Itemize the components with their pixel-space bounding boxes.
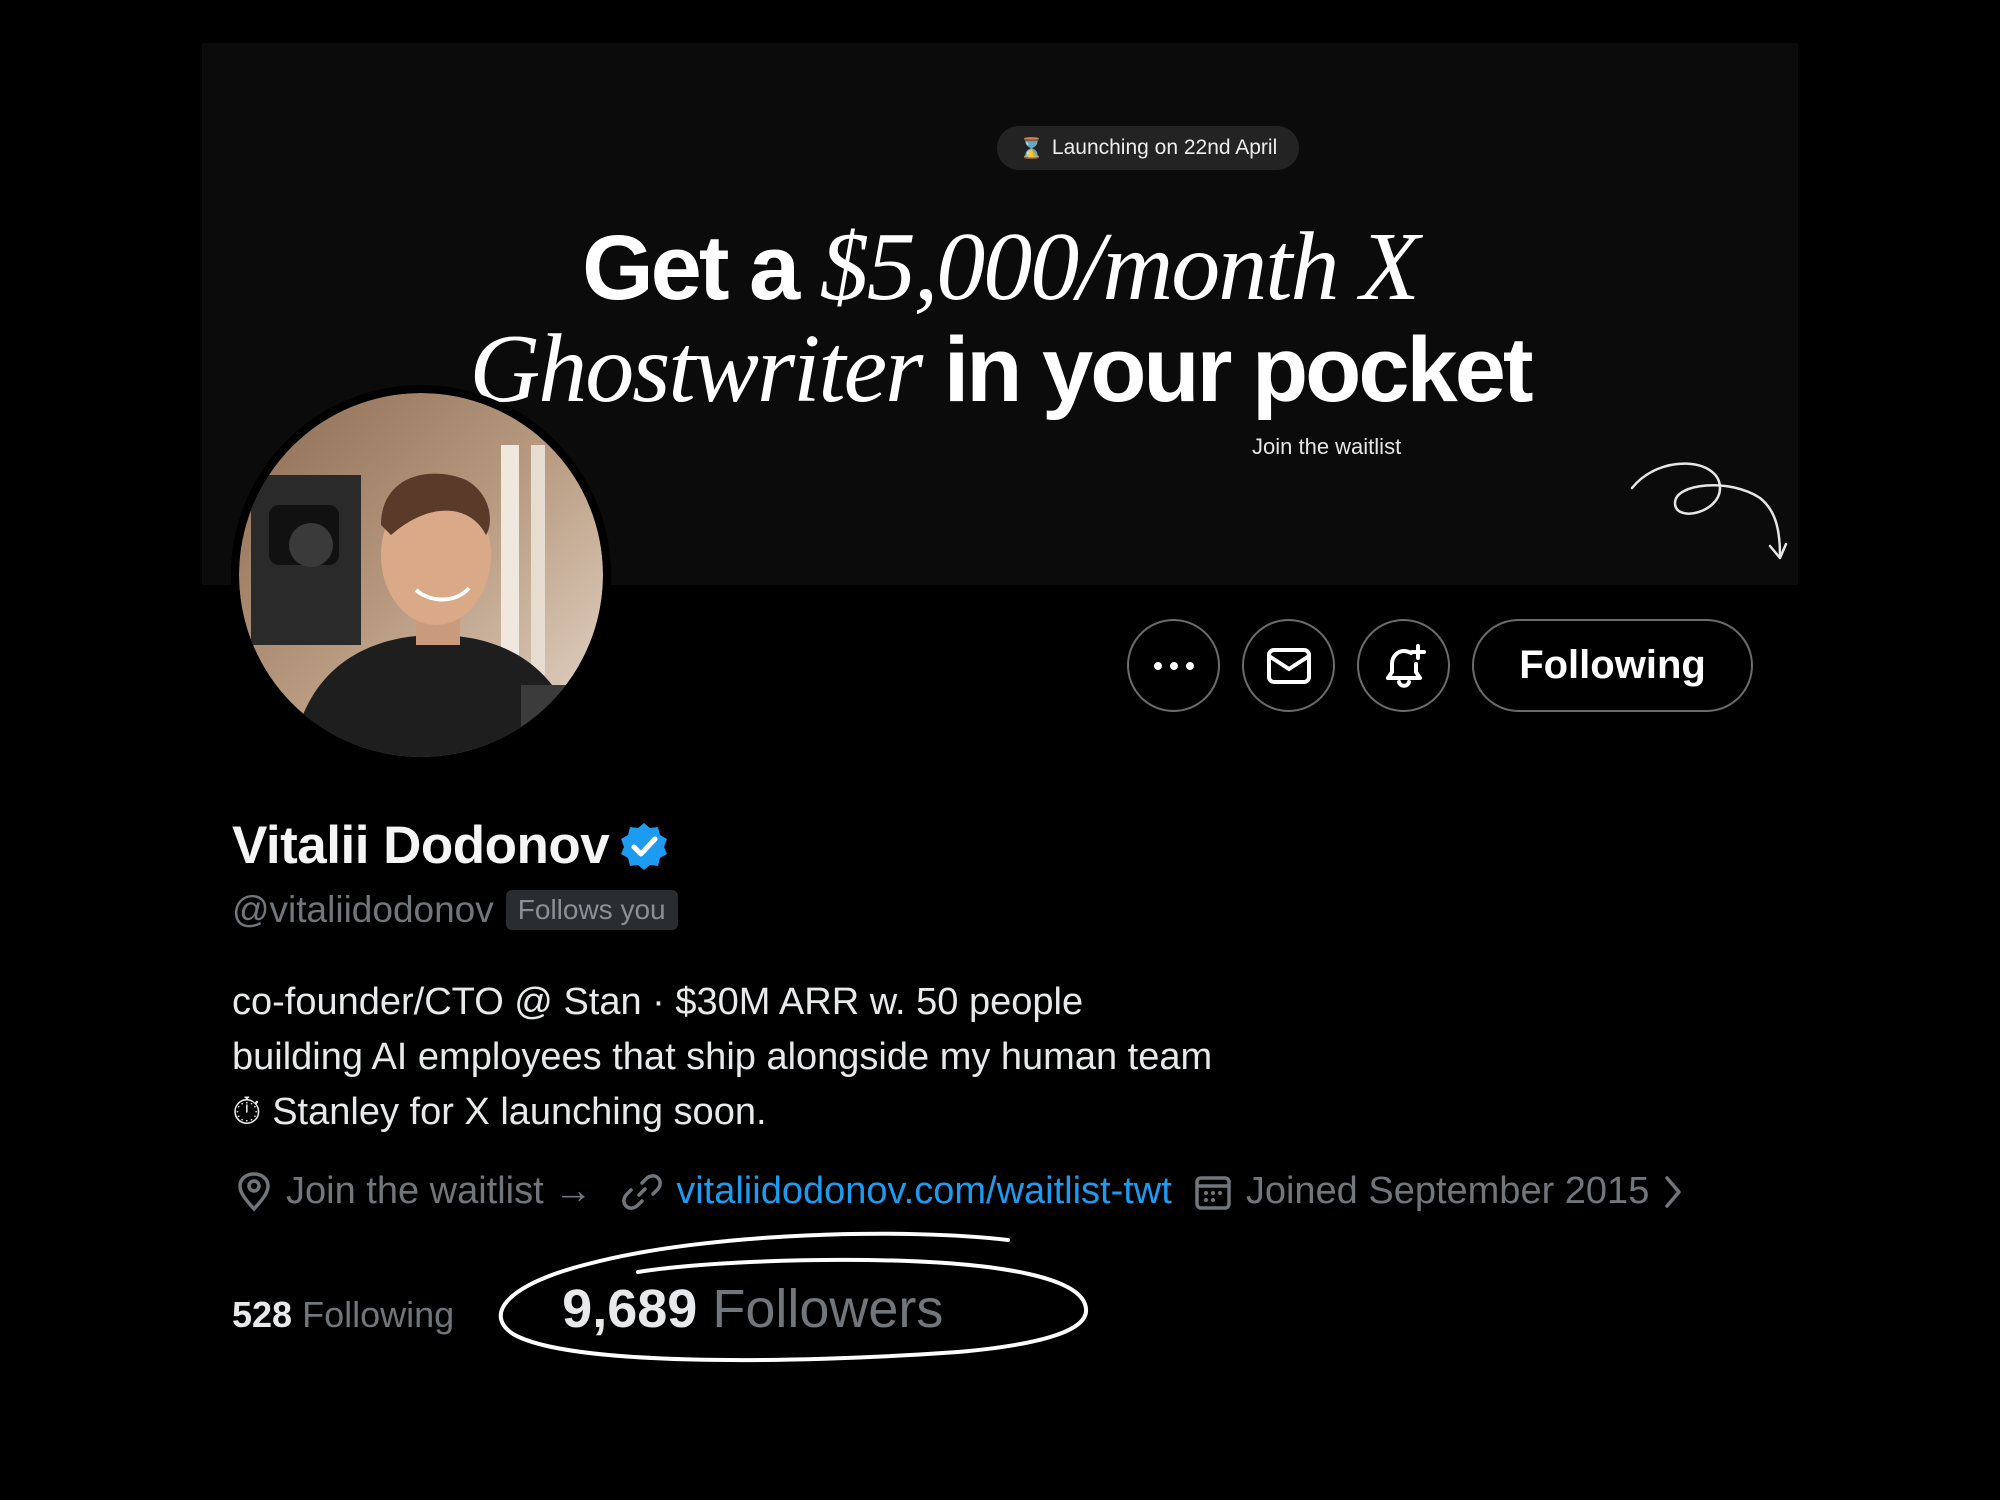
message-button[interactable] (1242, 619, 1335, 712)
verified-badge-icon[interactable] (619, 821, 669, 871)
joined-date: Joined September 2015 (1245, 1170, 1650, 1212)
stopwatch-icon: ⏱ (232, 1091, 262, 1133)
calendar-icon (1194, 1173, 1232, 1211)
headline-bold-2: in your pocket (943, 319, 1534, 421)
name-row: Vitalii Dodonov (232, 815, 669, 876)
launch-pill-text: Launching on 22nd April (1051, 136, 1278, 159)
bio-line-2: building AI employees that ship alongsid… (232, 1036, 1213, 1078)
follows-you-badge: Follows you (505, 890, 678, 930)
bio: co-founder/CTO @ Stan · $30M ARR w. 50 p… (232, 975, 1212, 1140)
followers-count: 9,689 (562, 1279, 698, 1339)
launch-pill: ⌛ Launching on 22nd April (997, 126, 1300, 170)
chevron-right-icon[interactable] (1663, 1174, 1683, 1210)
handle: @vitaliidodonov (232, 889, 494, 930)
following-count: 528 (232, 1294, 293, 1335)
display-name: Vitalii Dodonov (232, 816, 610, 875)
avatar-photo (231, 385, 611, 765)
banner-headline-line1: Get a $5,000/month X (202, 211, 1798, 323)
headline-italic-2: Ghostwriter (469, 315, 944, 423)
bell-plus-icon (1385, 643, 1426, 688)
notify-button[interactable] (1357, 619, 1450, 712)
followers-stat[interactable]: 9,689 Followers (562, 1278, 943, 1340)
more-button[interactable] (1127, 619, 1220, 712)
profile-actions: Following (1127, 619, 1753, 712)
profile-meta: Join the waitlist → vitaliidodonov.com/w… (236, 1170, 1683, 1213)
link-icon (622, 1172, 663, 1212)
more-icon (1153, 661, 1194, 670)
bio-line-3-text: Stanley for X launching soon. (272, 1091, 767, 1133)
hourglass-icon: ⌛ (1019, 137, 1044, 160)
followers-label: Followers (712, 1279, 944, 1339)
bio-line-3: ⏱ Stanley for X launching soon. (232, 1085, 1212, 1140)
squiggle-arrow-icon (1630, 462, 1788, 560)
headline-bold-1: Get a (582, 217, 820, 319)
location-text: Join the waitlist → (286, 1170, 593, 1212)
mail-icon (1266, 647, 1311, 684)
following-stat[interactable]: 528 Following (232, 1294, 454, 1336)
following-label: Following (302, 1294, 455, 1335)
website-link[interactable]: vitaliidodonov.com/waitlist-twt (676, 1170, 1172, 1213)
handle-row: @vitaliidodonov Follows you (232, 889, 678, 931)
avatar[interactable] (231, 385, 611, 765)
location-pin-icon (236, 1171, 272, 1212)
headline-italic-1: $5,000/month X (819, 213, 1420, 321)
bio-line-1: co-founder/CTO @ Stan · $30M ARR w. 50 p… (232, 981, 1084, 1023)
profile-stats: 528 Following 9,689 Followers (232, 1278, 943, 1340)
following-button[interactable]: Following (1472, 619, 1753, 712)
banner-cta-text: Join the waitlist (1252, 434, 1402, 459)
